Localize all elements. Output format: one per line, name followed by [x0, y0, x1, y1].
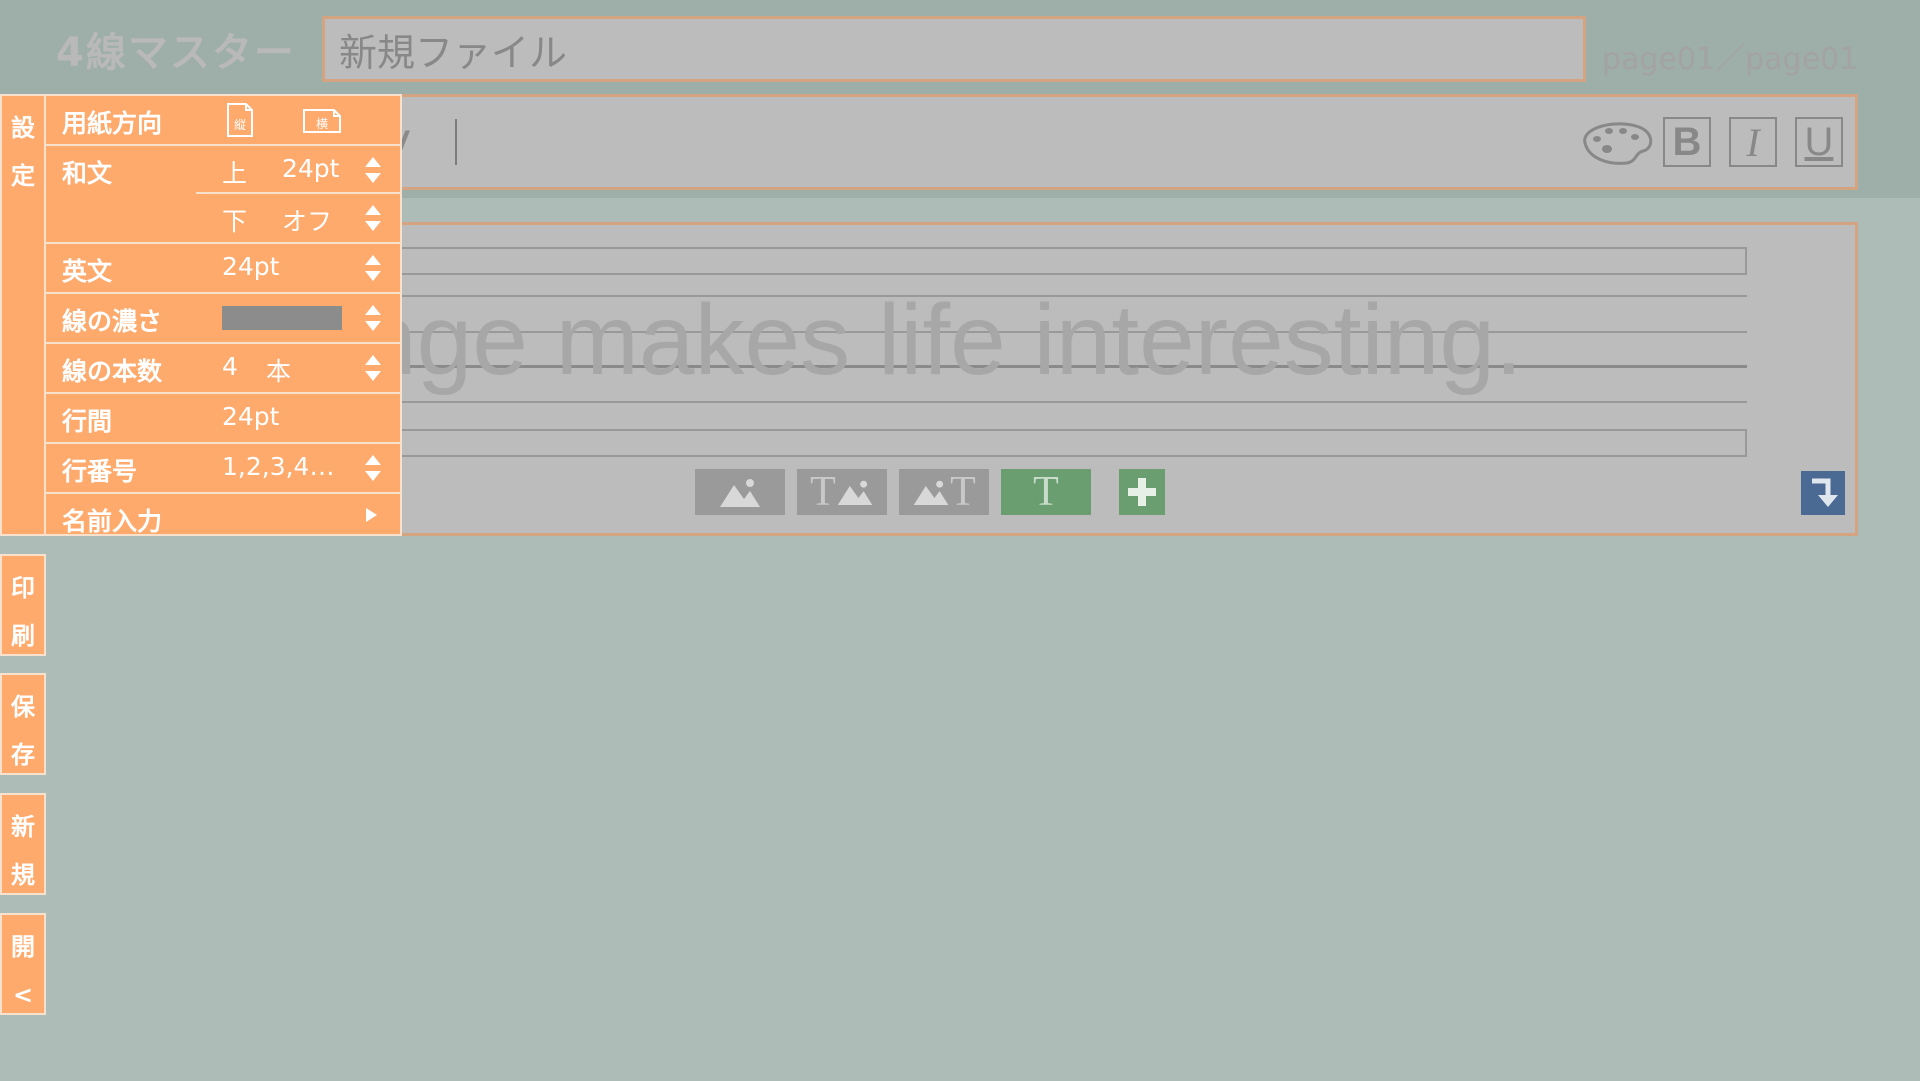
- line-spacing-label: 行間: [62, 407, 113, 436]
- tab-settings-label: 設: [11, 114, 35, 142]
- underline-button[interactable]: U: [1795, 117, 1843, 167]
- up-down-arrow-icon: [365, 255, 381, 281]
- line-spacing-row: 行間 24pt: [46, 394, 400, 444]
- landscape-page-icon: 横: [303, 109, 341, 133]
- english-spinner[interactable]: [364, 254, 382, 282]
- add-line-button[interactable]: [1119, 469, 1165, 515]
- bold-button[interactable]: B: [1663, 117, 1711, 167]
- line-numbers-row: 行番号 1,2,3,4…: [46, 444, 400, 494]
- return-arrow-icon: [1812, 478, 1838, 507]
- image-text-button[interactable]: T: [899, 469, 989, 515]
- tab-print-label: 印: [11, 574, 35, 602]
- tab-open[interactable]: 開 <: [0, 913, 46, 1015]
- svg-text:縦: 縦: [234, 118, 246, 132]
- line-density-label: 線の濃さ: [62, 307, 163, 336]
- tab-save-label: 存: [11, 741, 35, 769]
- portrait-button[interactable]: 縦: [222, 102, 258, 138]
- svg-text:横: 横: [316, 117, 328, 131]
- sample-text: nge makes life interesting.: [361, 284, 1523, 396]
- filename-input[interactable]: [339, 25, 1569, 73]
- image-icon: [913, 480, 949, 505]
- text-caret: [455, 119, 457, 165]
- japanese-upper-position: 上: [222, 159, 248, 188]
- chevron-right-icon: [366, 508, 377, 522]
- line-count-row: 線の本数 4 本: [46, 344, 400, 394]
- japanese-lower-value[interactable]: オフ: [282, 202, 332, 238]
- up-down-arrow-icon: [365, 355, 381, 381]
- guide-line-top: [341, 247, 1747, 275]
- up-down-arrow-icon: [365, 455, 381, 481]
- guide-line-bottom: [341, 429, 1747, 457]
- japanese-label: 和文: [62, 159, 113, 188]
- line-count-spinner[interactable]: [364, 354, 382, 382]
- line-numbers-spinner[interactable]: [364, 454, 382, 482]
- japanese-upper-value[interactable]: 24pt: [282, 154, 339, 183]
- up-down-arrow-icon: [365, 157, 381, 183]
- plus-icon: [1128, 478, 1156, 506]
- app-title: 4線マスター: [56, 30, 296, 76]
- line-spacing-value[interactable]: 24pt: [222, 402, 279, 431]
- japanese-upper-spinner[interactable]: [364, 156, 382, 184]
- tab-open-label: 開: [11, 933, 35, 961]
- text-t-icon: T: [950, 469, 976, 515]
- text-only-button[interactable]: T: [1001, 469, 1091, 515]
- italic-button[interactable]: I: [1729, 117, 1777, 167]
- english-label: 英文: [62, 257, 113, 286]
- line-density-swatch: [222, 306, 342, 330]
- guide-line: [341, 401, 1747, 403]
- tab-settings[interactable]: 設 定: [0, 94, 46, 536]
- tab-save[interactable]: 保 存: [0, 673, 46, 775]
- name-input-row[interactable]: 名前入力: [46, 494, 400, 536]
- up-down-arrow-icon: [365, 205, 381, 231]
- orientation-row: 用紙方向 縦 横: [46, 96, 400, 146]
- image-icon: [837, 480, 873, 505]
- landscape-button[interactable]: 横: [302, 102, 342, 138]
- line-density-spinner[interactable]: [364, 304, 382, 332]
- text-image-button[interactable]: T: [797, 469, 887, 515]
- orientation-label: 用紙方向: [62, 109, 163, 138]
- tab-new-label: 新: [11, 813, 35, 841]
- tab-open-label: <: [12, 981, 34, 1009]
- text-t-icon: T: [1033, 469, 1059, 515]
- tab-settings-label: 定: [11, 162, 35, 190]
- japanese-lower-spinner[interactable]: [364, 204, 382, 232]
- image-only-button[interactable]: [695, 469, 785, 515]
- line-numbers-value[interactable]: 1,2,3,4…: [222, 452, 334, 481]
- english-row: 英文 24pt: [46, 244, 400, 294]
- up-down-arrow-icon: [365, 305, 381, 331]
- return-button[interactable]: [1801, 471, 1845, 515]
- line-density-row: 線の濃さ: [46, 294, 400, 344]
- tab-print-label: 刷: [11, 622, 35, 650]
- line-count-label: 線の本数: [62, 357, 163, 386]
- portrait-page-icon: 縦: [227, 103, 253, 137]
- settings-panel: 用紙方向 縦 横 和文 上 24pt 下 オフ 英文 24pt 線の濃さ 線の本…: [46, 94, 402, 536]
- page-indicator: page01／page01: [1602, 42, 1859, 77]
- filename-field[interactable]: [322, 16, 1586, 82]
- japanese-row: 和文 上 24pt 下 オフ: [46, 146, 400, 244]
- tab-save-label: 保: [11, 693, 35, 721]
- line-count-unit: 本: [266, 357, 292, 386]
- english-value[interactable]: 24pt: [222, 252, 279, 281]
- palette-icon[interactable]: [1577, 117, 1655, 167]
- line-count-value[interactable]: 4: [222, 352, 238, 381]
- tab-print[interactable]: 印 刷: [0, 554, 46, 656]
- text-t-icon: T: [810, 469, 836, 515]
- tab-new-label: 規: [11, 861, 35, 889]
- japanese-lower-position: 下: [222, 207, 248, 236]
- divider: [196, 192, 400, 194]
- name-input-label: 名前入力: [62, 507, 163, 536]
- tab-new[interactable]: 新 規: [0, 793, 46, 895]
- line-numbers-label: 行番号: [62, 457, 138, 486]
- image-icon: [720, 479, 760, 507]
